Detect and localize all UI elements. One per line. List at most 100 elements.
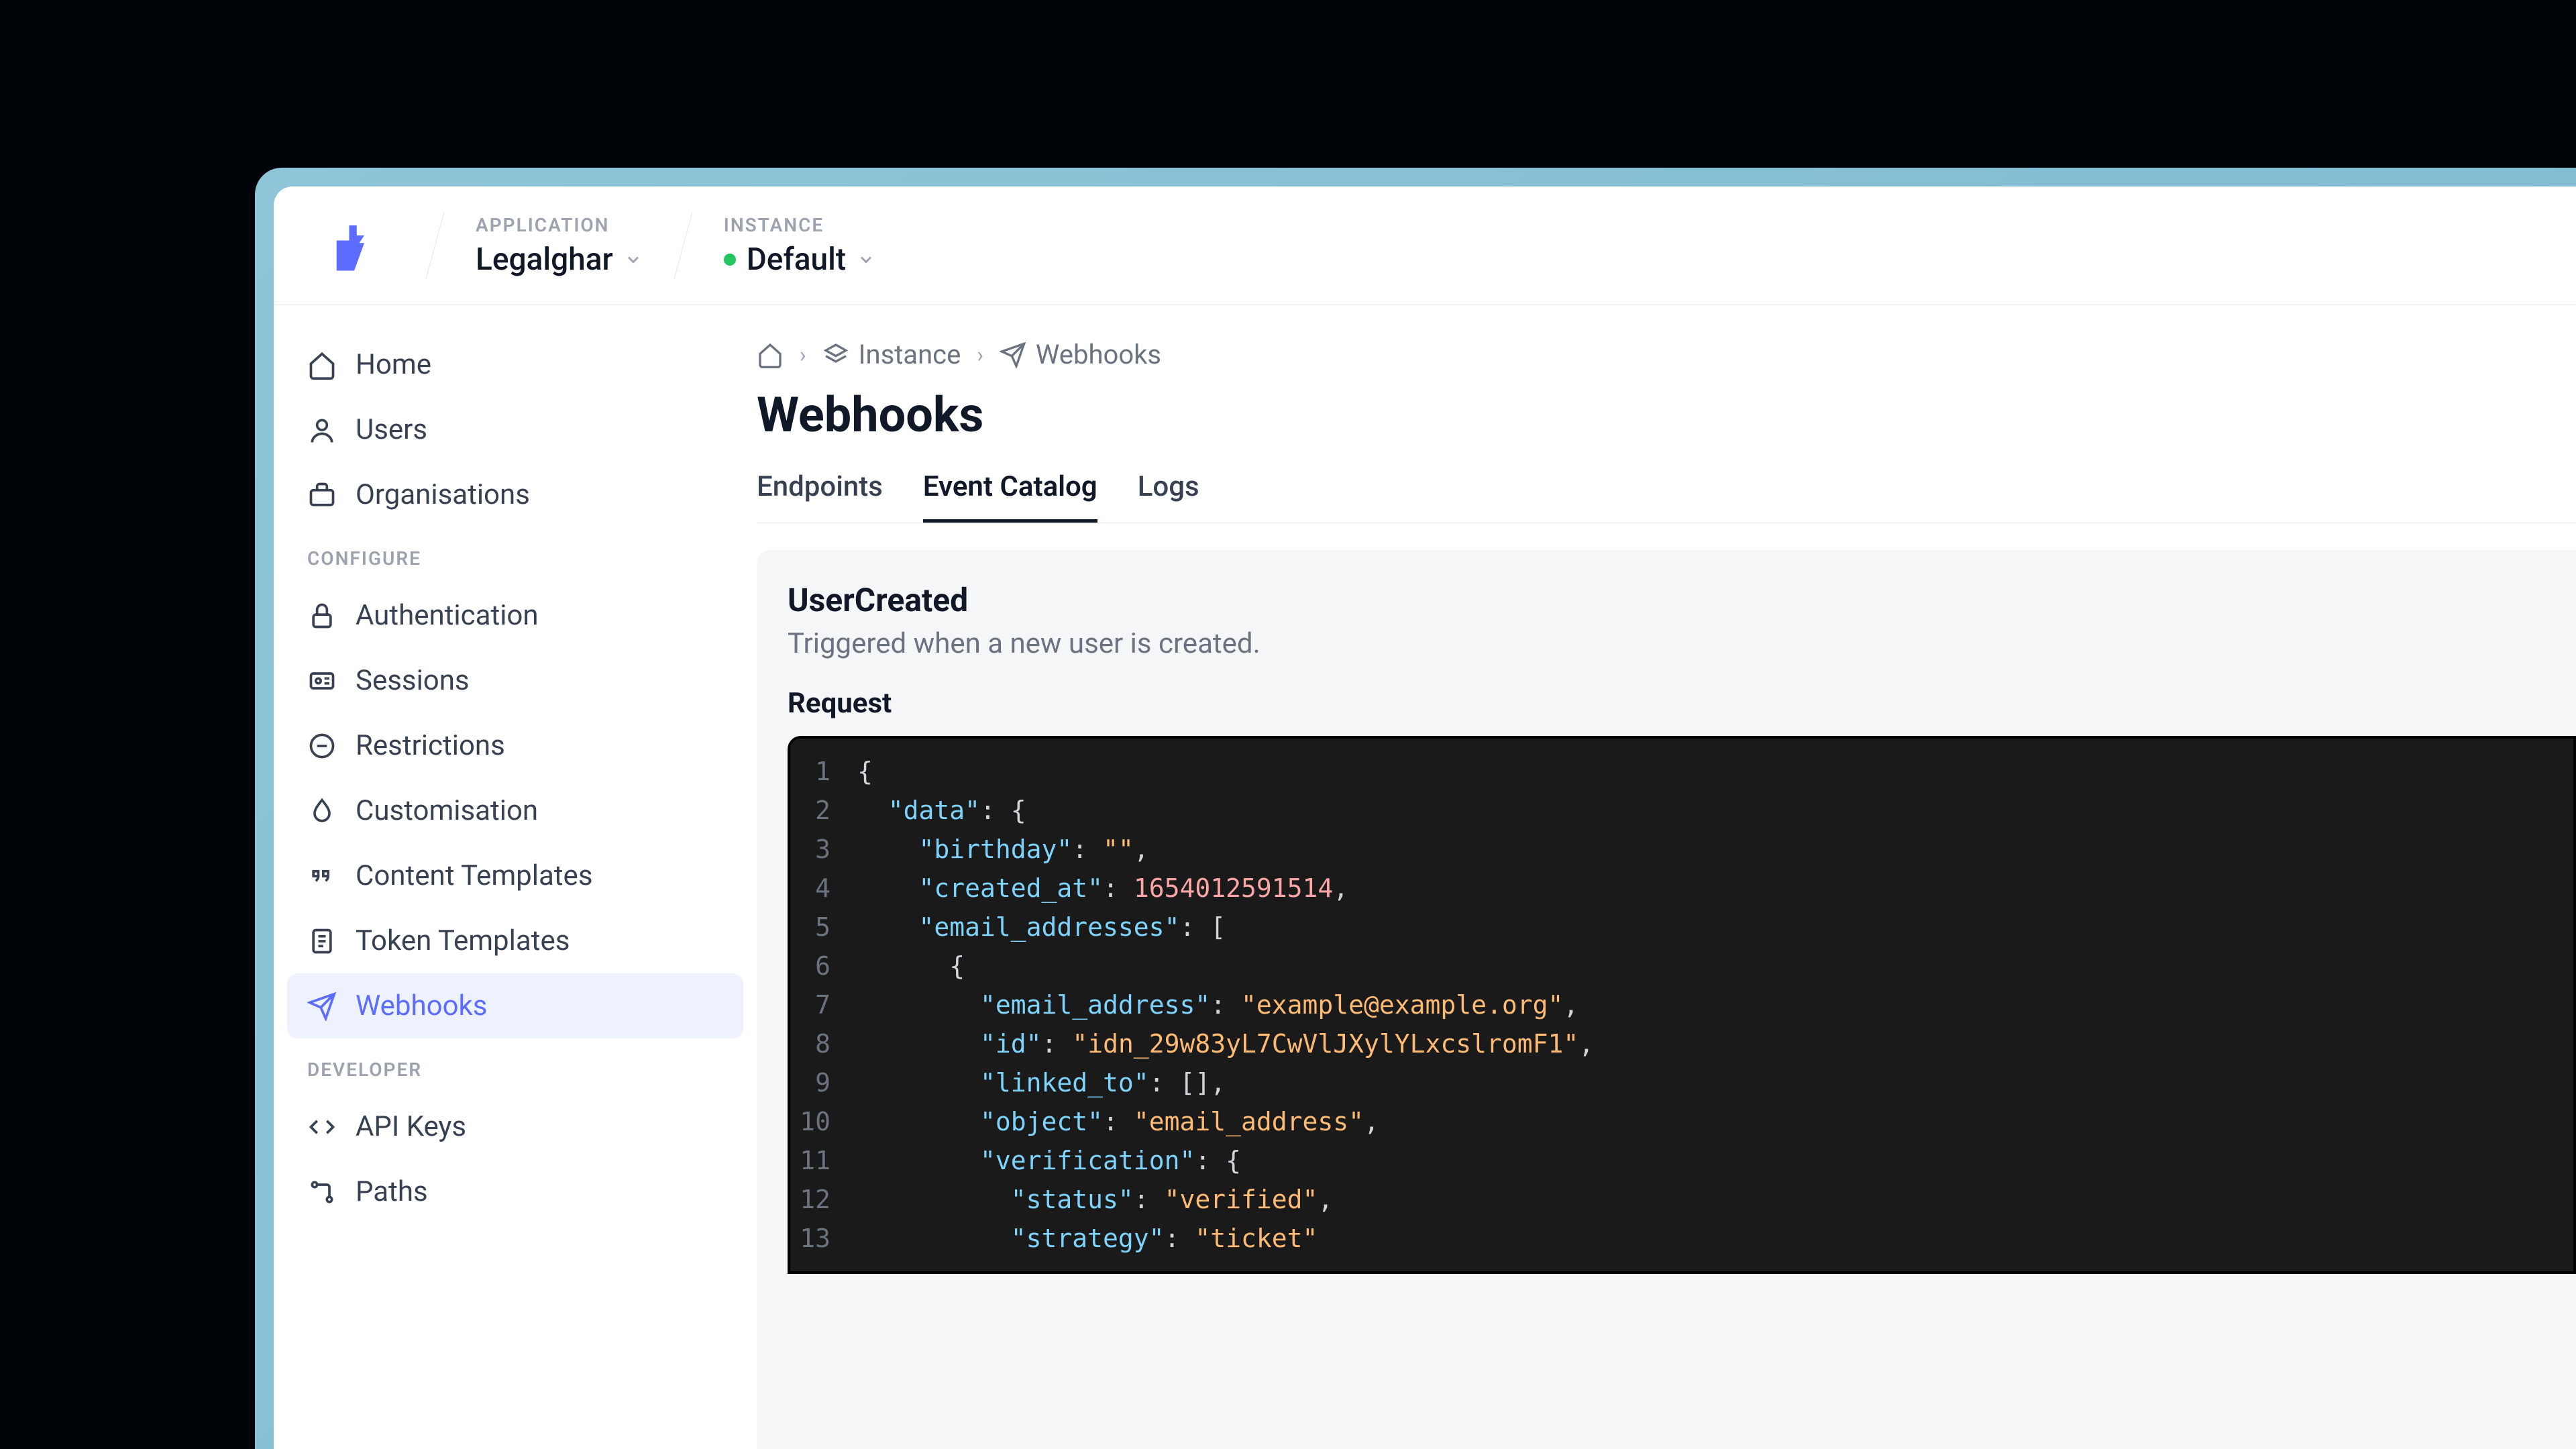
code-line: 5 "email_addresses": [ <box>790 908 2573 947</box>
code-content: "email_address": "example@example.org", <box>857 985 1578 1024</box>
line-number: 6 <box>790 947 857 985</box>
line-number: 4 <box>790 869 857 908</box>
sidebar-item-organisations[interactable]: Organisations <box>287 462 743 527</box>
code-line: 12 "status": "verified", <box>790 1180 2573 1219</box>
main-content: › Instance › Webhooks Webhooks Endpoints… <box>757 305 2576 1449</box>
nope-icon <box>307 731 337 761</box>
sidebar-item-label: Authentication <box>356 599 539 632</box>
line-number: 5 <box>790 908 857 947</box>
sidebar-section-configure: CONFIGURE <box>287 527 743 583</box>
sidebar-item-label: Customisation <box>356 794 538 827</box>
chevron-down-icon <box>857 250 875 269</box>
breadcrumb-home[interactable] <box>757 341 784 368</box>
send-icon <box>307 991 337 1021</box>
sidebar: Home Users Organisations CONFIGURE Authent… <box>274 305 757 1449</box>
code-line: 2 "data": { <box>790 791 2573 830</box>
breadcrumb-webhooks[interactable]: Webhooks <box>1000 339 1161 370</box>
app-logo <box>314 205 394 286</box>
sidebar-item-restrictions[interactable]: Restrictions <box>287 713 743 778</box>
line-number: 2 <box>790 791 857 830</box>
application-label: APPLICATION <box>476 214 643 236</box>
status-dot-icon <box>724 254 736 266</box>
separator <box>674 212 692 279</box>
code-block: 1{2 "data": {3 "birthday": "",4 "created… <box>788 736 2576 1274</box>
code-line: 9 "linked_to": [], <box>790 1063 2573 1102</box>
id-icon <box>307 666 337 696</box>
code-content: "email_addresses": [ <box>857 908 1226 947</box>
code-line: 7 "email_address": "example@example.org"… <box>790 985 2573 1024</box>
separator <box>426 212 445 279</box>
code-line: 6 { <box>790 947 2573 985</box>
sidebar-item-label: Restrictions <box>356 729 505 762</box>
code-line: 8 "id": "idn_29w83yL7CwVlJXylYLxcslromF1… <box>790 1024 2573 1063</box>
code-icon <box>307 1112 337 1142</box>
breadcrumb-instance[interactable]: Instance <box>822 339 961 370</box>
sidebar-item-token-templates[interactable]: Token Templates <box>287 908 743 973</box>
chevron-right-icon: › <box>800 342 806 368</box>
code-line: 1{ <box>790 752 2573 791</box>
line-number: 13 <box>790 1219 857 1258</box>
request-heading: Request <box>788 687 2576 720</box>
application-selector[interactable]: APPLICATION Legalghar <box>476 214 643 278</box>
code-content: "object": "email_address", <box>857 1102 1379 1141</box>
sidebar-item-sessions[interactable]: Sessions <box>287 648 743 713</box>
sidebar-item-label: Sessions <box>356 664 470 697</box>
sidebar-section-developer: DEVELOPER <box>287 1038 743 1094</box>
breadcrumb-label: Instance <box>859 339 961 370</box>
sidebar-item-webhooks[interactable]: Webhooks <box>287 973 743 1038</box>
paths-icon <box>307 1177 337 1207</box>
chevron-down-icon <box>624 250 643 269</box>
briefcase-icon <box>307 480 337 510</box>
drop-icon <box>307 796 337 826</box>
sidebar-item-label: Users <box>356 413 427 446</box>
sidebar-item-label: Paths <box>356 1175 428 1208</box>
topbar: APPLICATION Legalghar INSTANCE Default <box>274 186 2576 305</box>
sidebar-item-paths[interactable]: Paths <box>287 1159 743 1224</box>
code-line: 10 "object": "email_address", <box>790 1102 2573 1141</box>
send-icon <box>1000 341 1026 368</box>
instance-selector[interactable]: INSTANCE Default <box>724 214 875 278</box>
sidebar-item-label: Webhooks <box>356 989 488 1022</box>
sidebar-item-users[interactable]: Users <box>287 397 743 462</box>
code-line: 11 "verification": { <box>790 1141 2573 1180</box>
sidebar-item-label: Organisations <box>356 478 530 511</box>
line-number: 12 <box>790 1180 857 1219</box>
code-content: "linked_to": [], <box>857 1063 1226 1102</box>
instance-label: INSTANCE <box>724 214 875 236</box>
breadcrumb-label: Webhooks <box>1036 339 1161 370</box>
sidebar-item-customisation[interactable]: Customisation <box>287 778 743 843</box>
event-panel: UserCreated Triggered when a new user is… <box>757 550 2576 1449</box>
tab-event-catalog[interactable]: Event Catalog <box>923 470 1097 523</box>
line-number: 1 <box>790 752 857 791</box>
breadcrumbs: › Instance › Webhooks <box>757 339 2576 377</box>
tab-logs[interactable]: Logs <box>1138 470 1199 523</box>
page-title: Webhooks <box>757 386 2576 443</box>
sidebar-item-home[interactable]: Home <box>287 332 743 397</box>
line-number: 3 <box>790 830 857 869</box>
sidebar-item-content-templates[interactable]: Content Templates <box>287 843 743 908</box>
line-number: 10 <box>790 1102 857 1141</box>
sidebar-item-api-keys[interactable]: API Keys <box>287 1094 743 1159</box>
line-number: 11 <box>790 1141 857 1180</box>
lock-icon <box>307 601 337 631</box>
sidebar-item-label: Home <box>356 348 431 381</box>
home-icon <box>757 341 784 368</box>
sidebar-item-label: API Keys <box>356 1110 466 1143</box>
user-icon <box>307 415 337 445</box>
tab-endpoints[interactable]: Endpoints <box>757 470 883 523</box>
instance-name: Default <box>747 241 846 278</box>
line-number: 9 <box>790 1063 857 1102</box>
sidebar-item-authentication[interactable]: Authentication <box>287 583 743 648</box>
code-line: 4 "created_at": 1654012591514, <box>790 869 2573 908</box>
line-number: 8 <box>790 1024 857 1063</box>
tabs: Endpoints Event Catalog Logs <box>757 470 2576 523</box>
application-name: Legalghar <box>476 241 613 278</box>
code-content: "id": "idn_29w83yL7CwVlJXylYLxcslromF1", <box>857 1024 1594 1063</box>
line-number: 7 <box>790 985 857 1024</box>
code-line: 3 "birthday": "", <box>790 830 2573 869</box>
code-content: "status": "verified", <box>857 1180 1333 1219</box>
code-content: "created_at": 1654012591514, <box>857 869 1348 908</box>
event-title: UserCreated <box>788 581 2576 619</box>
code-content: { <box>857 752 873 791</box>
doc-icon <box>307 926 337 956</box>
